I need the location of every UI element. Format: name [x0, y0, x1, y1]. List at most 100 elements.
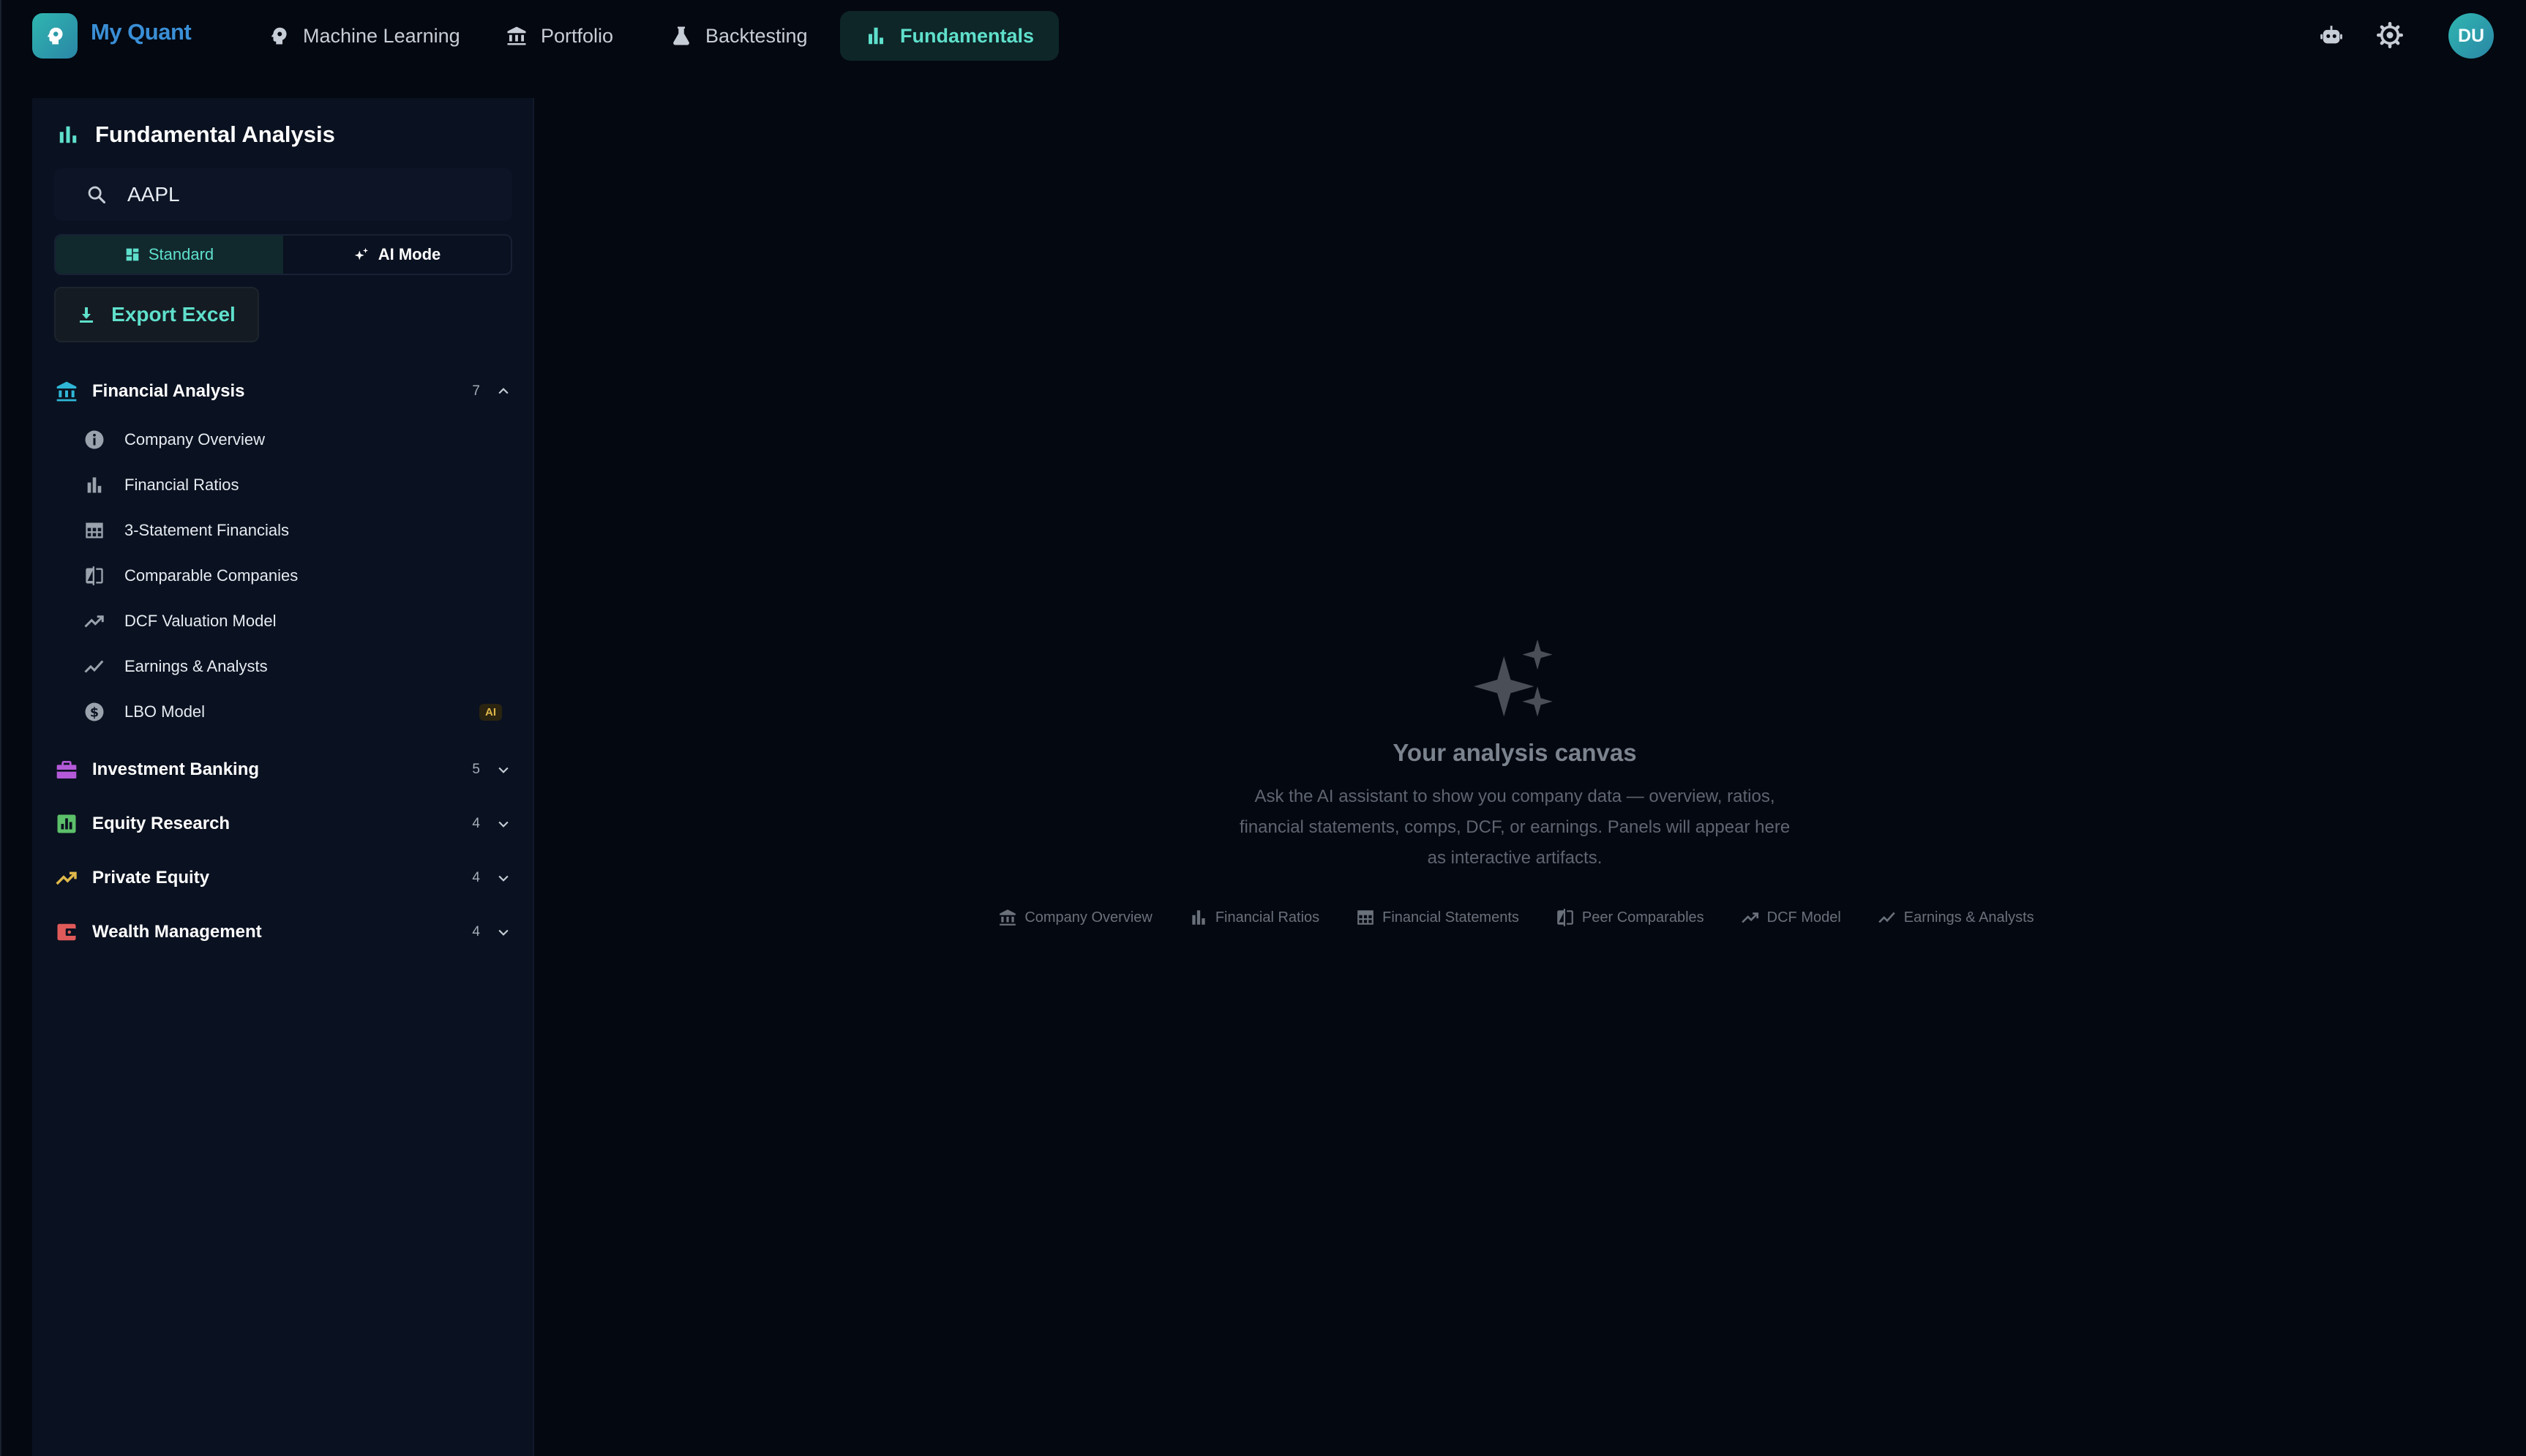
nav-machine-learning[interactable]: Machine Learning [243, 11, 485, 61]
top-navigation: My Quant Machine Learning Portfolio Back… [1, 0, 2526, 70]
export-excel-button[interactable]: Export Excel [54, 287, 259, 342]
ai-mode-button[interactable]: AI Mode [283, 236, 511, 274]
line-chart-icon [1878, 912, 1895, 923]
compare-icon [82, 563, 107, 588]
sidebar: Fundamental Analysis Standard [32, 98, 534, 1456]
chevron-down-icon[interactable] [495, 815, 512, 833]
compare-icon [1557, 909, 1573, 926]
bank-icon [507, 26, 526, 45]
user-avatar[interactable]: DU [2448, 13, 2494, 59]
chip-label: Financial Statements [1382, 909, 1519, 926]
trending-up-icon [82, 609, 107, 634]
group-count: 7 [472, 383, 480, 399]
analytics-icon [54, 811, 79, 836]
sidebar-item-comparable-companies[interactable]: Comparable Companies [82, 558, 512, 594]
bar-chart-icon [869, 27, 883, 45]
sidebar-item-label: DCF Valuation Model [124, 612, 277, 630]
app-logo[interactable] [32, 13, 78, 59]
mode-toggle: Standard AI Mode [54, 234, 512, 275]
group-count: 4 [472, 816, 480, 831]
chip-financial-statements[interactable]: Financial Statements [1356, 908, 1519, 927]
sidebar-item-financial-ratios[interactable]: Financial Ratios [82, 467, 512, 503]
nav-label: Fundamentals [900, 24, 1035, 47]
line-chart-icon [82, 654, 107, 679]
group-count: 4 [472, 870, 480, 885]
sidebar-item-label: LBO Model [124, 702, 206, 721]
nav-backtesting[interactable]: Backtesting [645, 11, 833, 61]
brain-icon [271, 27, 287, 45]
chevron-down-icon[interactable] [495, 923, 512, 941]
group-label: Equity Research [92, 814, 231, 833]
group-private-equity[interactable]: Private Equity 4 [54, 860, 512, 896]
ticker-search[interactable] [54, 168, 512, 221]
bank-icon [54, 379, 79, 404]
chip-earnings-analysts[interactable]: Earnings & Analysts [1878, 908, 2034, 927]
trending-up-icon [1741, 912, 1758, 923]
brain-icon [48, 27, 63, 45]
briefcase-icon [54, 757, 79, 782]
nav-fundamentals[interactable]: Fundamentals [840, 11, 1060, 61]
sidebar-item-company-overview[interactable]: Company Overview [82, 421, 512, 458]
search-input[interactable] [126, 182, 506, 207]
chip-label: Company Overview [1024, 909, 1153, 926]
robot-icon[interactable] [2317, 20, 2346, 50]
sidebar-item-lbo-model[interactable]: $ LBO Model AI [82, 694, 512, 730]
sparkle-icon [354, 247, 368, 260]
download-icon [80, 307, 94, 323]
sidebar-item-label: Comparable Companies [124, 566, 299, 585]
canvas-description: Ask the AI assistant to show you company… [1239, 787, 1791, 868]
bank-icon [1000, 909, 1016, 926]
group-count: 5 [472, 762, 480, 777]
chip-label: Earnings & Analysts [1903, 909, 2034, 926]
ai-badge: AI [479, 703, 502, 721]
canvas-suggestion-chips: Company Overview Financial Ratios Financ… [989, 904, 2043, 931]
canvas-title: Your analysis canvas [1393, 739, 1637, 766]
chevron-up-icon[interactable] [495, 383, 512, 400]
sidebar-item-3-statement-financials[interactable]: 3-Statement Financials [82, 512, 512, 549]
standard-mode-label: Standard [148, 245, 214, 263]
sidebar-item-label: Earnings & Analysts [124, 657, 268, 675]
chip-financial-ratios[interactable]: Financial Ratios [1189, 908, 1319, 927]
settings-icon[interactable] [2375, 20, 2405, 50]
group-label: Wealth Management [92, 922, 262, 942]
chip-dcf-model[interactable]: DCF Model [1741, 908, 1841, 927]
group-investment-banking[interactable]: Investment Banking 5 [54, 751, 512, 788]
chevron-down-icon[interactable] [495, 869, 512, 887]
table-icon [1357, 910, 1373, 925]
group-financial-analysis[interactable]: Financial Analysis 7 [54, 373, 512, 410]
group-wealth-management[interactable]: Wealth Management 4 [54, 914, 512, 950]
nav-label: Portfolio [541, 24, 614, 47]
svg-text:$: $ [90, 705, 99, 720]
trending-up-icon [54, 866, 79, 890]
analysis-canvas-empty-state: Your analysis canvas Ask the AI assistan… [536, 629, 2526, 966]
chip-company-overview[interactable]: Company Overview [998, 908, 1153, 927]
group-label: Investment Banking [92, 759, 260, 779]
sidebar-item-earnings-analysts[interactable]: Earnings & Analysts [82, 648, 512, 685]
group-equity-research[interactable]: Equity Research 4 [54, 806, 512, 842]
standard-mode-button[interactable]: Standard [56, 236, 283, 274]
app-window: My Quant Machine Learning Portfolio Back… [0, 0, 2526, 1456]
nav-label: Machine Learning [303, 24, 460, 47]
sparkle-icon [1474, 639, 1553, 717]
sidebar-item-dcf-valuation-model[interactable]: DCF Valuation Model [82, 603, 512, 639]
dashboard-icon [126, 248, 139, 261]
wallet-icon [54, 920, 79, 945]
nav-portfolio[interactable]: Portfolio [481, 11, 638, 61]
bar-chart-icon [59, 126, 77, 143]
sidebar-item-label: 3-Statement Financials [124, 521, 289, 539]
ai-mode-label: AI Mode [378, 245, 441, 263]
chip-peer-comparables[interactable]: Peer Comparables [1556, 908, 1704, 927]
info-icon [82, 427, 107, 452]
chip-label: DCF Model [1766, 909, 1841, 926]
group-count: 4 [472, 924, 480, 939]
dollar-icon: $ [82, 699, 107, 724]
sidebar-title-text: Fundamental Analysis [95, 121, 335, 147]
group-label: Financial Analysis [92, 381, 245, 401]
chevron-down-icon[interactable] [495, 761, 512, 778]
search-icon [88, 186, 106, 204]
brand-name[interactable]: My Quant [91, 19, 192, 45]
group-label: Private Equity [92, 868, 210, 888]
sidebar-title: Fundamental Analysis [57, 121, 335, 148]
nav-label: Backtesting [705, 24, 808, 47]
chip-label: Peer Comparables [1581, 909, 1704, 926]
